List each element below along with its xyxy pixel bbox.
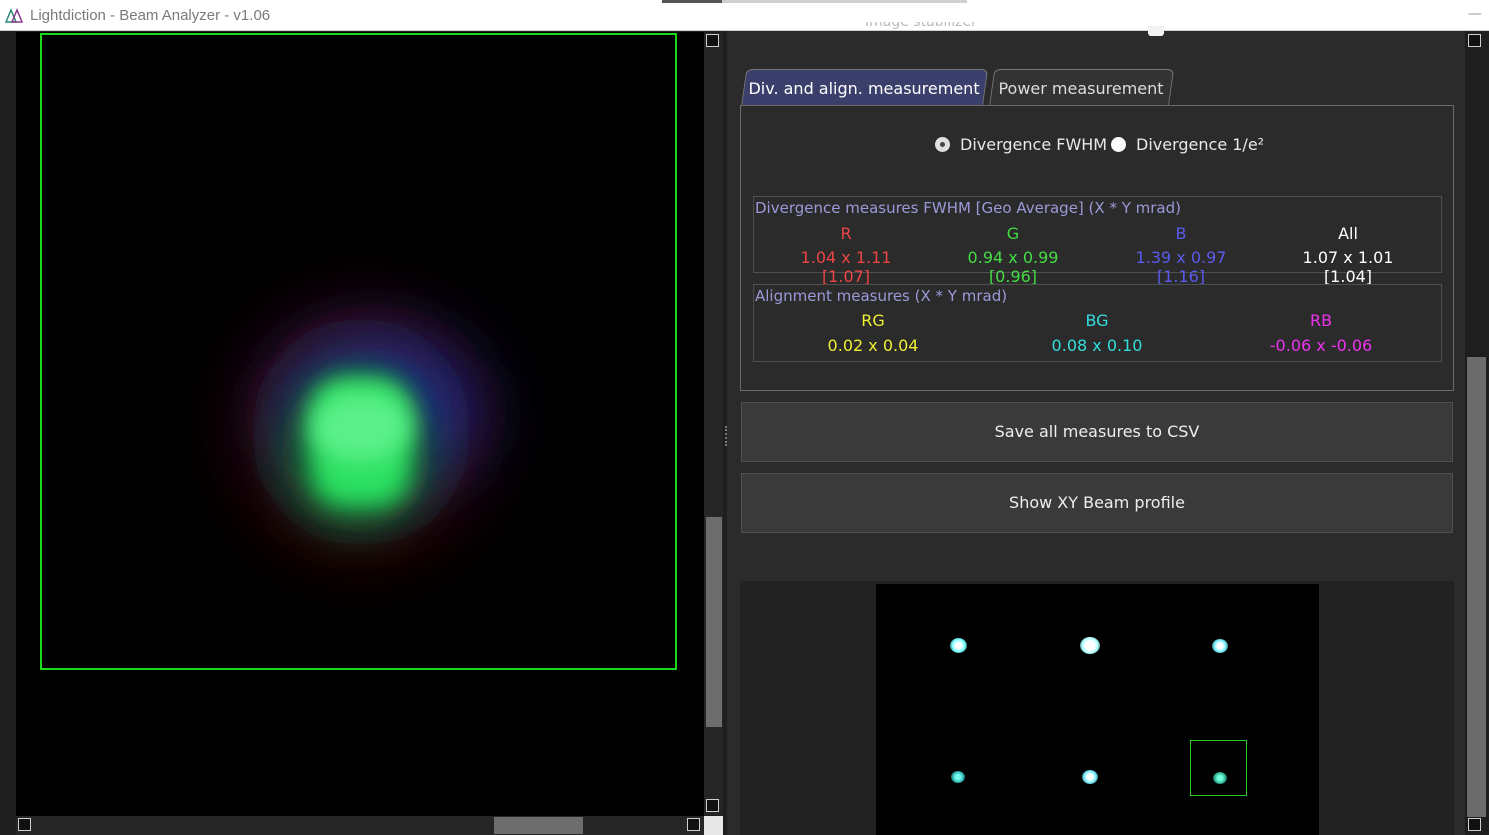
panel-vertical-scroll-thumb[interactable]: [1467, 357, 1486, 817]
alignment-rg-label: RG: [861, 311, 885, 330]
minimize-button[interactable]: —: [1468, 6, 1482, 22]
alignment-rb-value: -0.06 x -0.06: [1269, 336, 1373, 355]
image-stabilizer-label: Image stabilizer: [865, 22, 977, 30]
title-bar: Lightdiction - Beam Analyzer - v1.06 —: [0, 0, 1489, 31]
divergence-g-label: G: [1006, 224, 1020, 243]
beam-spot-4: [951, 771, 965, 783]
alignment-rg-value: 0.02 x 0.04: [827, 336, 919, 355]
alignment-rb-label: RB: [1309, 311, 1333, 330]
divergence-group-title: Divergence measures FWHM [Geo Average] (…: [755, 199, 1181, 217]
divergence-all-label: All: [1338, 224, 1358, 243]
divergence-all-value: 1.07 x 1.01 [1.04]: [1302, 248, 1394, 286]
title-bar-accent-2: [722, 0, 967, 3]
image-stabilizer-checkbox[interactable]: [1148, 26, 1164, 36]
app-logo-icon: [5, 8, 23, 23]
beam-spot-5: [1082, 770, 1098, 784]
viewer-corner-handle-bottom[interactable]: [706, 799, 719, 812]
save-csv-button[interactable]: Save all measures to CSV: [741, 402, 1453, 462]
viewer-corner-handle-top[interactable]: [706, 34, 719, 47]
panel-scroll-up-handle[interactable]: [1468, 34, 1481, 47]
selected-beam-marker[interactable]: [1190, 740, 1247, 796]
viewer-vertical-scroll-thumb[interactable]: [706, 517, 722, 727]
divergence-b-label: B: [1175, 224, 1187, 243]
radio-divergence-fwhm-label[interactable]: Divergence FWHM: [960, 135, 1107, 154]
beam-spot-2: [1080, 637, 1100, 654]
radio-divergence-e2[interactable]: [1111, 137, 1126, 152]
divergence-r-value: 1.04 x 1.11 [1.07]: [800, 248, 892, 286]
beam-grid-preview[interactable]: [876, 584, 1319, 835]
viewer-horizontal-scroll-thumb[interactable]: [494, 817, 583, 834]
tab-div-align[interactable]: Div. and align. measurement: [741, 69, 989, 106]
tab-power[interactable]: Power measurement: [989, 69, 1175, 106]
scrollbar-corner: [704, 816, 723, 835]
panel-vertical-scrollbar[interactable]: [1465, 31, 1489, 835]
radio-divergence-fwhm[interactable]: [935, 137, 950, 152]
divergence-g-value: 0.94 x 0.99 [0.96]: [967, 248, 1059, 286]
alignment-bg-value: 0.08 x 0.10: [1051, 336, 1143, 355]
radio-divergence-e2-label[interactable]: Divergence 1/e²: [1136, 135, 1264, 154]
panel-scroll-down-handle[interactable]: [1468, 818, 1481, 831]
viewer-corner-handle-left[interactable]: [18, 818, 31, 831]
divergence-r-label: R: [840, 224, 852, 243]
show-xy-profile-button[interactable]: Show XY Beam profile: [741, 473, 1453, 533]
title-bar-accent: [662, 0, 722, 3]
viewer-corner-handle-right[interactable]: [687, 818, 700, 831]
beam-spot-1: [950, 638, 967, 653]
alignment-group-title: Alignment measures (X * Y mrad): [755, 287, 1008, 305]
divergence-b-value: 1.39 x 0.97 [1.16]: [1135, 248, 1227, 286]
alignment-bg-label: BG: [1085, 311, 1109, 330]
viewer-vertical-scrollbar[interactable]: [704, 33, 723, 815]
window-title: Lightdiction - Beam Analyzer - v1.06: [30, 7, 271, 24]
beam-spot-3: [1212, 639, 1228, 653]
viewer-horizontal-scrollbar[interactable]: [16, 816, 704, 835]
roi-rectangle[interactable]: [40, 33, 677, 670]
